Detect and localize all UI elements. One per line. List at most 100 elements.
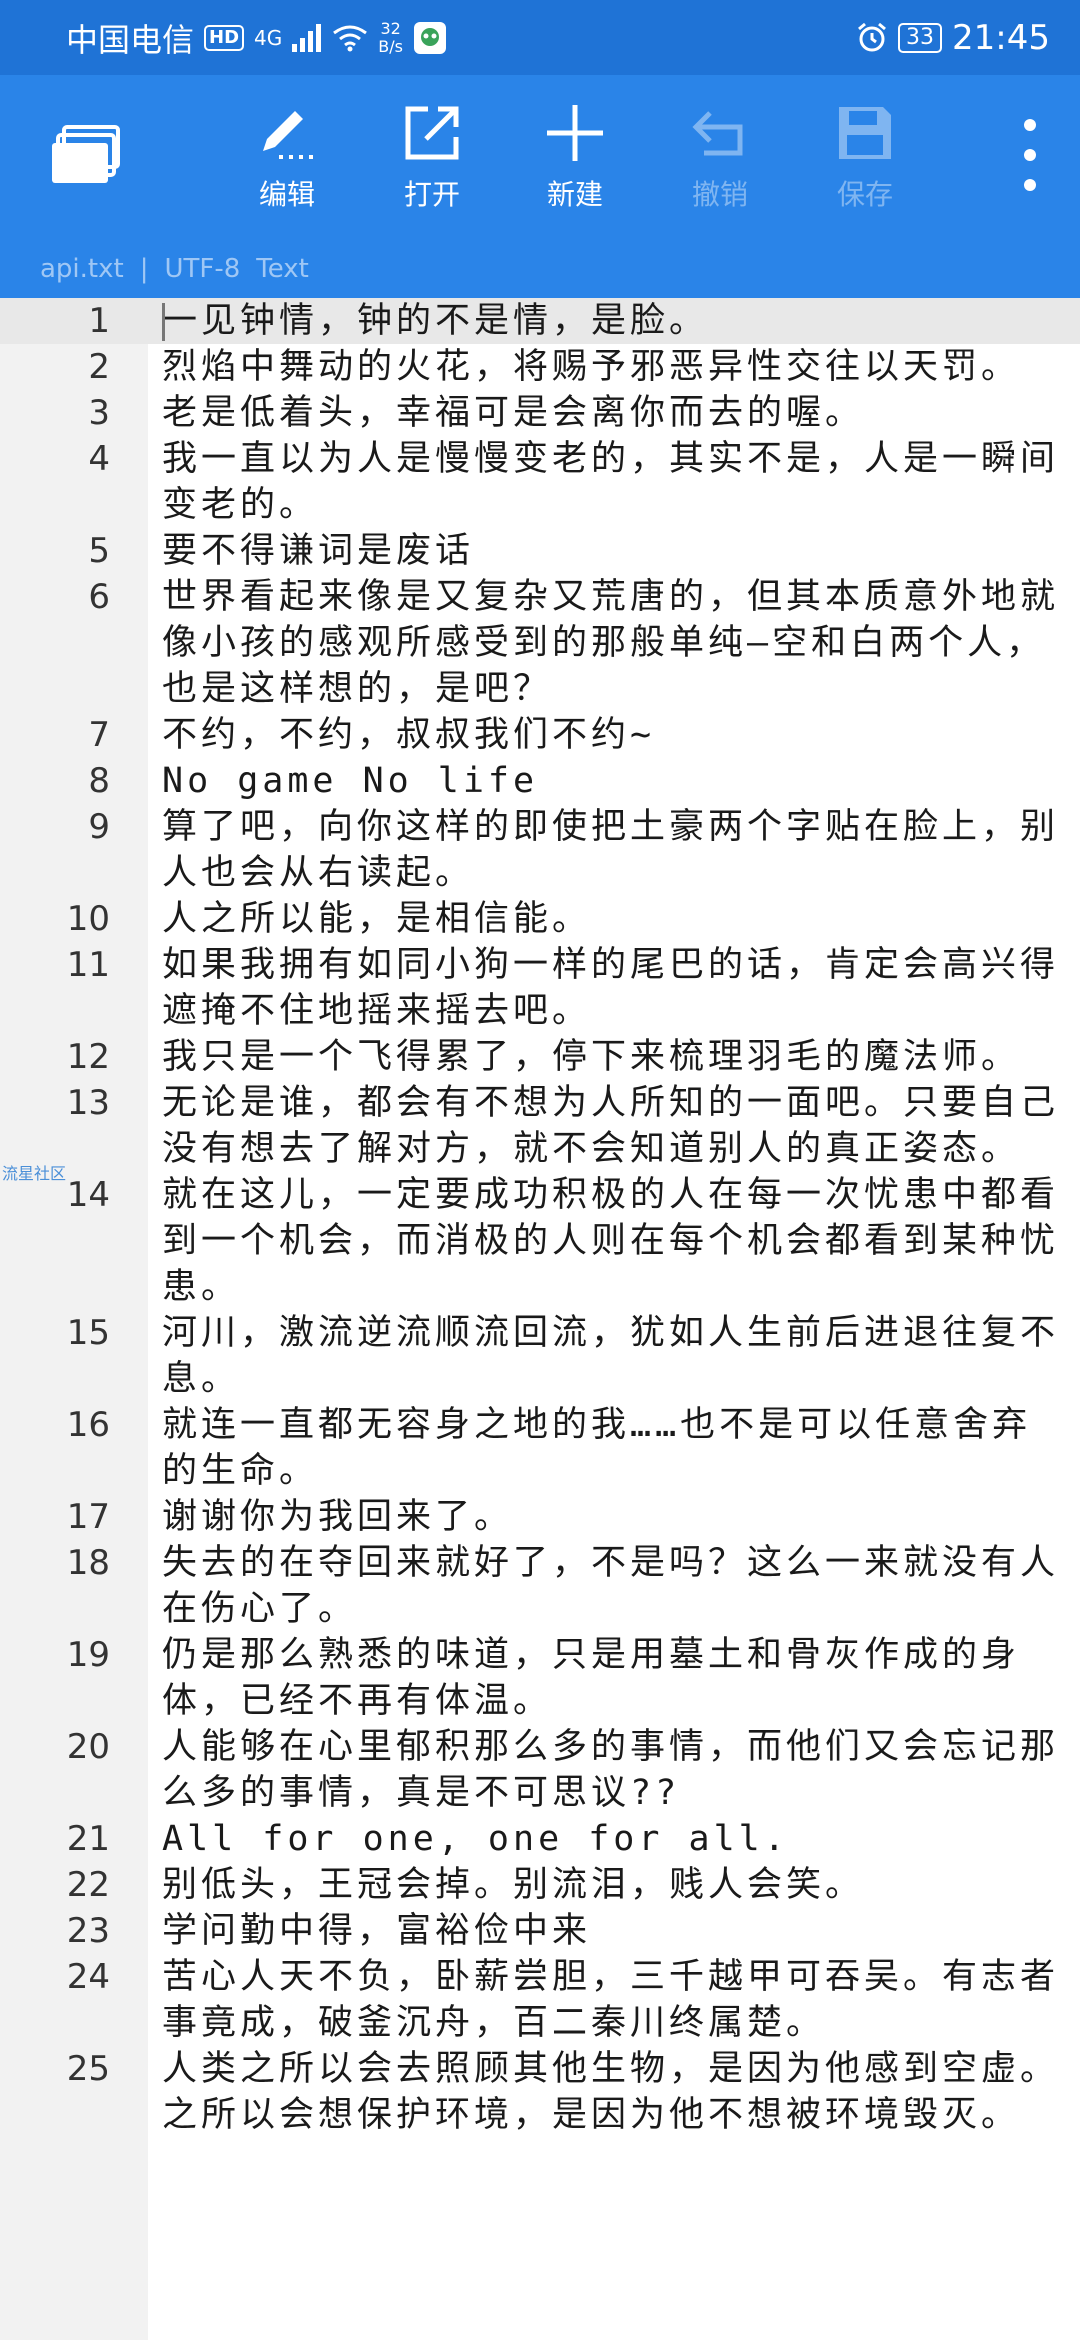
clock: 21:45 [952, 17, 1050, 58]
line-number: 18 [66, 1543, 110, 1583]
line-number: 22 [66, 1865, 110, 1905]
editor-line[interactable]: 23 学问勤中得，富裕俭中来 [0, 1908, 1080, 1954]
editor-line[interactable]: 24 苦心人天不负，卧薪尝胆，三千越甲可吞吴。有志者事竟成，破釜沉舟，百二秦川终属… [0, 1954, 1080, 2046]
line-text[interactable]: 谢谢你为我回来了。 [162, 1494, 1062, 1540]
undo-button[interactable]: 撤销 [660, 93, 780, 243]
line-text[interactable]: 如果我拥有如同小狗一样的尾巴的话，肯定会高兴得遮掩不住地摇来摇去吧。 [162, 942, 1062, 1034]
line-text[interactable]: 人能够在心里郁积那么多的事情，而他们又会忘记那么多的事情，真是不可思议?? [162, 1724, 1062, 1816]
editor-line[interactable]: 10 人之所以能，是相信能。 [0, 896, 1080, 942]
status-bar: 中国电信 HD 4G 32 B/s 33 21:45 [0, 0, 1080, 75]
line-number: 4 [88, 439, 110, 479]
line-number: 7 [88, 715, 110, 755]
line-text[interactable]: 不约，不约，叔叔我们不约~ [162, 712, 1062, 758]
editor-line[interactable]: 5 要不得谦词是废话 [0, 528, 1080, 574]
windows-icon[interactable] [50, 125, 120, 185]
line-text[interactable]: 烈焰中舞动的火花，将赐予邪恶异性交往以天罚。 [162, 344, 1062, 390]
editor-line[interactable]: 13 无论是谁，都会有不想为人所知的一面吧。只要自己没有想去了解对方，就不会知道别… [0, 1080, 1080, 1172]
line-number: 6 [88, 577, 110, 617]
open-button[interactable]: 打开 [372, 93, 492, 243]
battery-icon: 33 [898, 22, 943, 53]
line-number: 25 [66, 2049, 110, 2089]
editor-line[interactable]: 25 人类之所以会去照顾其他生物，是因为他感到空虚。之所以会想保护环境，是因为他不… [0, 2046, 1080, 2138]
editor-line[interactable]: 4 我一直以为人是慢慢变老的，其实不是，人是一瞬间变老的。 [0, 436, 1080, 528]
pencil-icon [263, 111, 313, 159]
editor-line[interactable]: 18 失去的在夺回来就好了，不是吗？这么一来就没有人在伤心了。 [0, 1540, 1080, 1632]
editor-line[interactable]: 19 仍是那么熟悉的味道，只是用墓土和骨灰作成的身体，已经不再有体温。 [0, 1632, 1080, 1724]
line-number: 17 [66, 1497, 110, 1537]
line-number: 14 [66, 1175, 110, 1215]
line-number: 19 [66, 1635, 110, 1675]
text-editor[interactable]: 1 一见钟情，钟的不是情，是脸。 2 烈焰中舞动的火花，将赐予邪恶异性交往以天罚。 3 老… [0, 298, 1080, 2340]
file-info-bar: api.txt | UTF-8 Text [0, 240, 1080, 298]
line-text[interactable]: 老是低着头，幸福可是会离你而去的喔。 [162, 390, 1062, 436]
line-text[interactable]: 我一直以为人是慢慢变老的，其实不是，人是一瞬间变老的。 [162, 436, 1062, 528]
separator: | [139, 254, 149, 284]
more-options-icon[interactable] [1015, 115, 1045, 195]
line-number: 16 [66, 1405, 110, 1445]
line-number: 10 [66, 899, 110, 939]
editor-lines[interactable]: 1 一见钟情，钟的不是情，是脸。 2 烈焰中舞动的火花，将赐予邪恶异性交往以天罚。 3 老… [0, 298, 1080, 2138]
file-name: api.txt [40, 254, 124, 284]
app-notification-icon [413, 21, 446, 54]
line-text[interactable]: 就连一直都无容身之地的我……也不是可以任意舍弃的生命。 [162, 1402, 1062, 1494]
editor-line[interactable]: 9 算了吧，向你这样的即使把土豪两个字贴在脸上，别人也会从右读起。 [0, 804, 1080, 896]
line-text[interactable]: 世界看起来像是又复杂又荒唐的，但其本质意外地就像小孩的感观所感受到的那般单纯—空… [162, 574, 1062, 712]
hd-badge: HD [204, 24, 245, 51]
editor-line[interactable]: 15 河川，激流逆流顺流回流，犹如人生前后进退往复不息。 [0, 1310, 1080, 1402]
editor-line[interactable]: 20 人能够在心里郁积那么多的事情，而他们又会忘记那么多的事情，真是不可思议?? [0, 1724, 1080, 1816]
line-number: 20 [66, 1727, 110, 1767]
watermark-text: 流星社区 [2, 1164, 67, 1183]
line-text[interactable]: 我只是一个飞得累了，停下来梳理羽毛的魔法师。 [162, 1034, 1062, 1080]
save-button[interactable]: 保存 [805, 93, 925, 243]
editor-line[interactable]: 11 如果我拥有如同小狗一样的尾巴的话，肯定会高兴得遮掩不住地摇来摇去吧。 [0, 942, 1080, 1034]
line-text[interactable]: 要不得谦词是废话 [162, 528, 1062, 574]
line-number: 1 [88, 301, 110, 341]
line-number: 8 [88, 761, 110, 801]
editor-line[interactable]: 22 别低头，王冠会掉。别流泪，贱人会笑。 [0, 1862, 1080, 1908]
editor-line[interactable]: 8 No game No life [0, 758, 1080, 804]
floppy-disk-icon [839, 107, 891, 159]
line-number: 9 [88, 807, 110, 847]
line-number: 23 [66, 1911, 110, 1951]
line-text[interactable]: 就在这儿，一定要成功积极的人在每一次忧患中都看到一个机会，而消极的人则在每个机会… [162, 1172, 1062, 1310]
editor-line[interactable]: 7 不约，不约，叔叔我们不约~ [0, 712, 1080, 758]
file-encoding[interactable]: UTF-8 [164, 254, 240, 284]
line-text[interactable]: 河川，激流逆流顺流回流，犹如人生前后进退往复不息。 [162, 1310, 1062, 1402]
editor-line[interactable]: 3 老是低着头，幸福可是会离你而去的喔。 [0, 390, 1080, 436]
line-text[interactable]: 人类之所以会去照顾其他生物，是因为他感到空虚。之所以会想保护环境，是因为他不想被… [162, 2046, 1062, 2138]
new-label: 新建 [546, 178, 603, 211]
line-number: 2 [88, 347, 110, 387]
edit-button[interactable]: 编辑 [227, 93, 347, 243]
line-text[interactable]: 无论是谁，都会有不想为人所知的一面吧。只要自己没有想去了解对方，就不会知道别人的… [162, 1080, 1062, 1172]
line-text[interactable]: All for one, one for all. [162, 1816, 1062, 1862]
undo-label: 撤销 [691, 178, 748, 211]
line-text[interactable]: 苦心人天不负，卧薪尝胆，三千越甲可吞吴。有志者事竟成，破釜沉舟，百二秦川终属楚。 [162, 1954, 1062, 2046]
line-text[interactable]: 学问勤中得，富裕俭中来 [162, 1908, 1062, 1954]
wifi-icon [333, 25, 368, 51]
editor-line[interactable]: 16 就连一直都无容身之地的我……也不是可以任意舍弃的生命。 [0, 1402, 1080, 1494]
line-number: 24 [66, 1957, 110, 1997]
signal-icon [292, 23, 322, 52]
line-text[interactable]: 失去的在夺回来就好了，不是吗？这么一来就没有人在伤心了。 [162, 1540, 1062, 1632]
text-cursor [162, 303, 165, 341]
carrier-name: 中国电信 [66, 20, 195, 59]
net-speed: 32 B/s [378, 18, 403, 56]
line-text[interactable]: 算了吧，向你这样的即使把土豪两个字贴在脸上，别人也会从右读起。 [162, 804, 1062, 896]
line-text[interactable]: 一见钟情，钟的不是情，是脸。 [162, 298, 1062, 344]
editor-line[interactable]: 17 谢谢你为我回来了。 [0, 1494, 1080, 1540]
line-text[interactable]: No game No life [162, 758, 1062, 804]
line-text[interactable]: 仍是那么熟悉的味道，只是用墓土和骨灰作成的身体，已经不再有体温。 [162, 1632, 1062, 1724]
editor-line[interactable]: 14 就在这儿，一定要成功积极的人在每一次忧患中都看到一个机会，而消极的人则在每个… [0, 1172, 1080, 1310]
alarm-icon [858, 22, 886, 51]
line-number: 21 [66, 1819, 110, 1859]
line-number: 3 [88, 393, 110, 433]
editor-line[interactable]: 21 All for one, one for all. [0, 1816, 1080, 1862]
new-button[interactable]: 新建 [515, 93, 635, 243]
network-type: 4G [254, 25, 283, 50]
editor-line[interactable]: 2 烈焰中舞动的火花，将赐予邪恶异性交往以天罚。 [0, 344, 1080, 390]
editor-line[interactable]: 12 我只是一个飞得累了，停下来梳理羽毛的魔法师。 [0, 1034, 1080, 1080]
editor-line[interactable]: 6 世界看起来像是又复杂又荒唐的，但其本质意外地就像小孩的感观所感受到的那般单纯—… [0, 574, 1080, 712]
file-mode[interactable]: Text [256, 254, 309, 284]
line-text[interactable]: 别低头，王冠会掉。别流泪，贱人会笑。 [162, 1862, 1062, 1908]
line-text[interactable]: 人之所以能，是相信能。 [162, 896, 1062, 942]
